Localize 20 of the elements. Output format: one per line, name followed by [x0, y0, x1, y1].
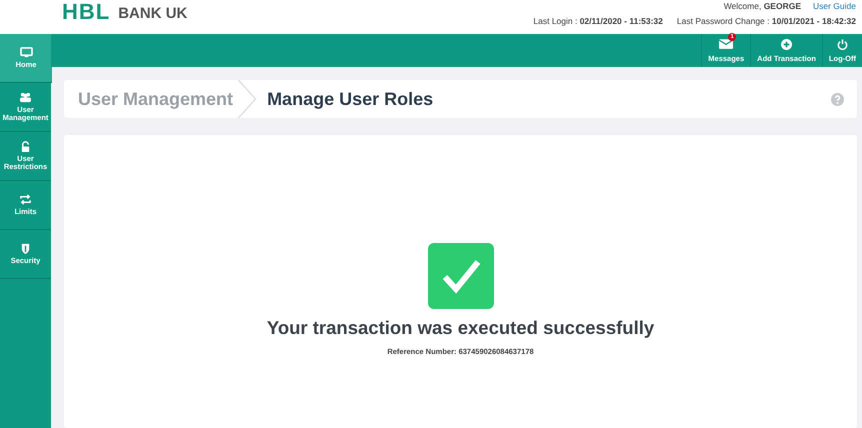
last-login-text: Last Login : 02/11/2020 - 11:53:32: [533, 16, 663, 26]
success-message: Your transaction was executed successfully: [266, 317, 654, 339]
chevron-icon: [237, 80, 258, 118]
welcome-text: Welcome, GEORGE: [724, 1, 801, 11]
power-icon: [836, 38, 848, 50]
breadcrumb-item[interactable]: User Management: [78, 88, 234, 110]
plus-circle-icon: [781, 38, 792, 50]
shield-icon: [19, 243, 32, 254]
checkmark-icon: [428, 243, 494, 309]
monitor-icon: [20, 47, 32, 58]
last-password-change-text: Last Password Change : 10/01/2021 - 18:42:32: [676, 16, 856, 26]
logo-mark: HBL: [62, 0, 110, 24]
breadcrumb-item: Manage User Roles: [267, 88, 434, 110]
help-icon[interactable]: [831, 93, 844, 106]
users-icon: [19, 92, 32, 104]
arrows-icon: [19, 194, 32, 206]
bank-name: BANK UK: [118, 4, 188, 24]
padlock-icon: [19, 141, 32, 152]
user-guide-link[interactable]: User Guide: [813, 1, 856, 11]
envelope-icon: [719, 39, 734, 49]
